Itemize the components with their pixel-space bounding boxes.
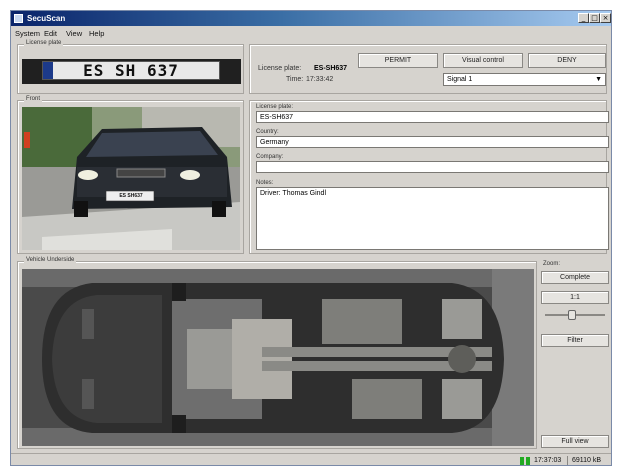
permit-button[interactable]: PERMIT [358, 53, 438, 68]
notes-field-label: Notes: [256, 180, 274, 186]
status-bar: 17:37:03 69110 kB [11, 453, 611, 466]
status-time: 17:37:03 [534, 457, 562, 464]
signal-select[interactable]: Signal 1 ▼ [443, 73, 606, 86]
license-plate-field[interactable]: ES-SH637 [256, 111, 609, 123]
menu-bar: System Edit View Help [11, 27, 611, 39]
slider-thumb[interactable] [568, 310, 577, 320]
signal-selected-value: Signal 1 [447, 76, 473, 83]
filter-button[interactable]: Filter [541, 334, 609, 347]
company-field[interactable] [256, 161, 609, 173]
one-to-one-button[interactable]: 1:1 [541, 291, 609, 304]
status-indicator [526, 457, 530, 465]
plate-image: ES SH 637 [22, 59, 241, 84]
chevron-down-icon[interactable]: ▼ [595, 74, 602, 85]
plate-info-value: ES-SH637 [314, 65, 348, 72]
vehicle-underside-group: Vehicle Underside [17, 257, 537, 449]
status-memory: 69110 kB [572, 457, 602, 464]
front-photo: ES SH637 [22, 107, 240, 250]
front-plate-text: ES SH637 [119, 193, 143, 199]
zoom-label: Zoom: [543, 261, 561, 267]
close-icon[interactable]: × [600, 13, 611, 23]
underbody-scan-image [22, 269, 534, 446]
status-divider [567, 456, 568, 465]
underside-group-label: Vehicle Underside [24, 257, 77, 263]
app-window: SecuScan _ □ × System Edit View Help Lic… [10, 10, 612, 466]
app-icon [14, 14, 23, 23]
country-field-label: Country: [256, 129, 279, 135]
license-plate-group: License plate ES SH 637 [17, 40, 244, 94]
front-group-label: Front [24, 96, 43, 102]
maximize-icon[interactable]: □ [589, 13, 600, 23]
zoom-slider[interactable] [545, 309, 605, 321]
window-title: SecuScan [27, 14, 66, 23]
country-field[interactable]: Germany [256, 136, 609, 148]
company-field-label: Company: [256, 154, 284, 160]
deny-button[interactable]: DENY [528, 53, 606, 68]
zoom-panel: Zoom: Complete 1:1 Filter Full view [541, 261, 609, 449]
plate-image-text: ES SH 637 [42, 61, 220, 80]
eu-band [43, 62, 53, 79]
front-camera-group: Front ES SH637 [17, 96, 244, 254]
plate-info-label: License plate: [258, 65, 302, 72]
visual-control-button[interactable]: Visual control [443, 53, 523, 68]
time-value: 17:33:42 [306, 76, 334, 83]
time-label: Time: [286, 76, 304, 83]
info-panel: License plate: ES-SH637 Time: 17:33:42 P… [249, 44, 607, 94]
vehicle-details-panel: License plate: ES-SH637 Country: Germany… [249, 100, 609, 254]
license-plate-field-label: License plate: [256, 104, 294, 110]
menu-help[interactable]: Help [89, 29, 104, 38]
status-indicator [520, 457, 524, 465]
notes-field[interactable]: Driver: Thomas Gindl [256, 187, 609, 250]
menu-view[interactable]: View [66, 29, 82, 38]
full-view-button[interactable]: Full view [541, 435, 609, 448]
title-bar[interactable]: SecuScan _ □ × [11, 11, 611, 26]
minimize-icon[interactable]: _ [578, 13, 589, 23]
complete-button[interactable]: Complete [541, 271, 609, 284]
license-plate-group-label: License plate [24, 40, 64, 46]
underside-image [22, 269, 534, 446]
car-front-image [22, 107, 240, 250]
menu-edit[interactable]: Edit [44, 29, 57, 38]
menu-system[interactable]: System [15, 29, 40, 38]
